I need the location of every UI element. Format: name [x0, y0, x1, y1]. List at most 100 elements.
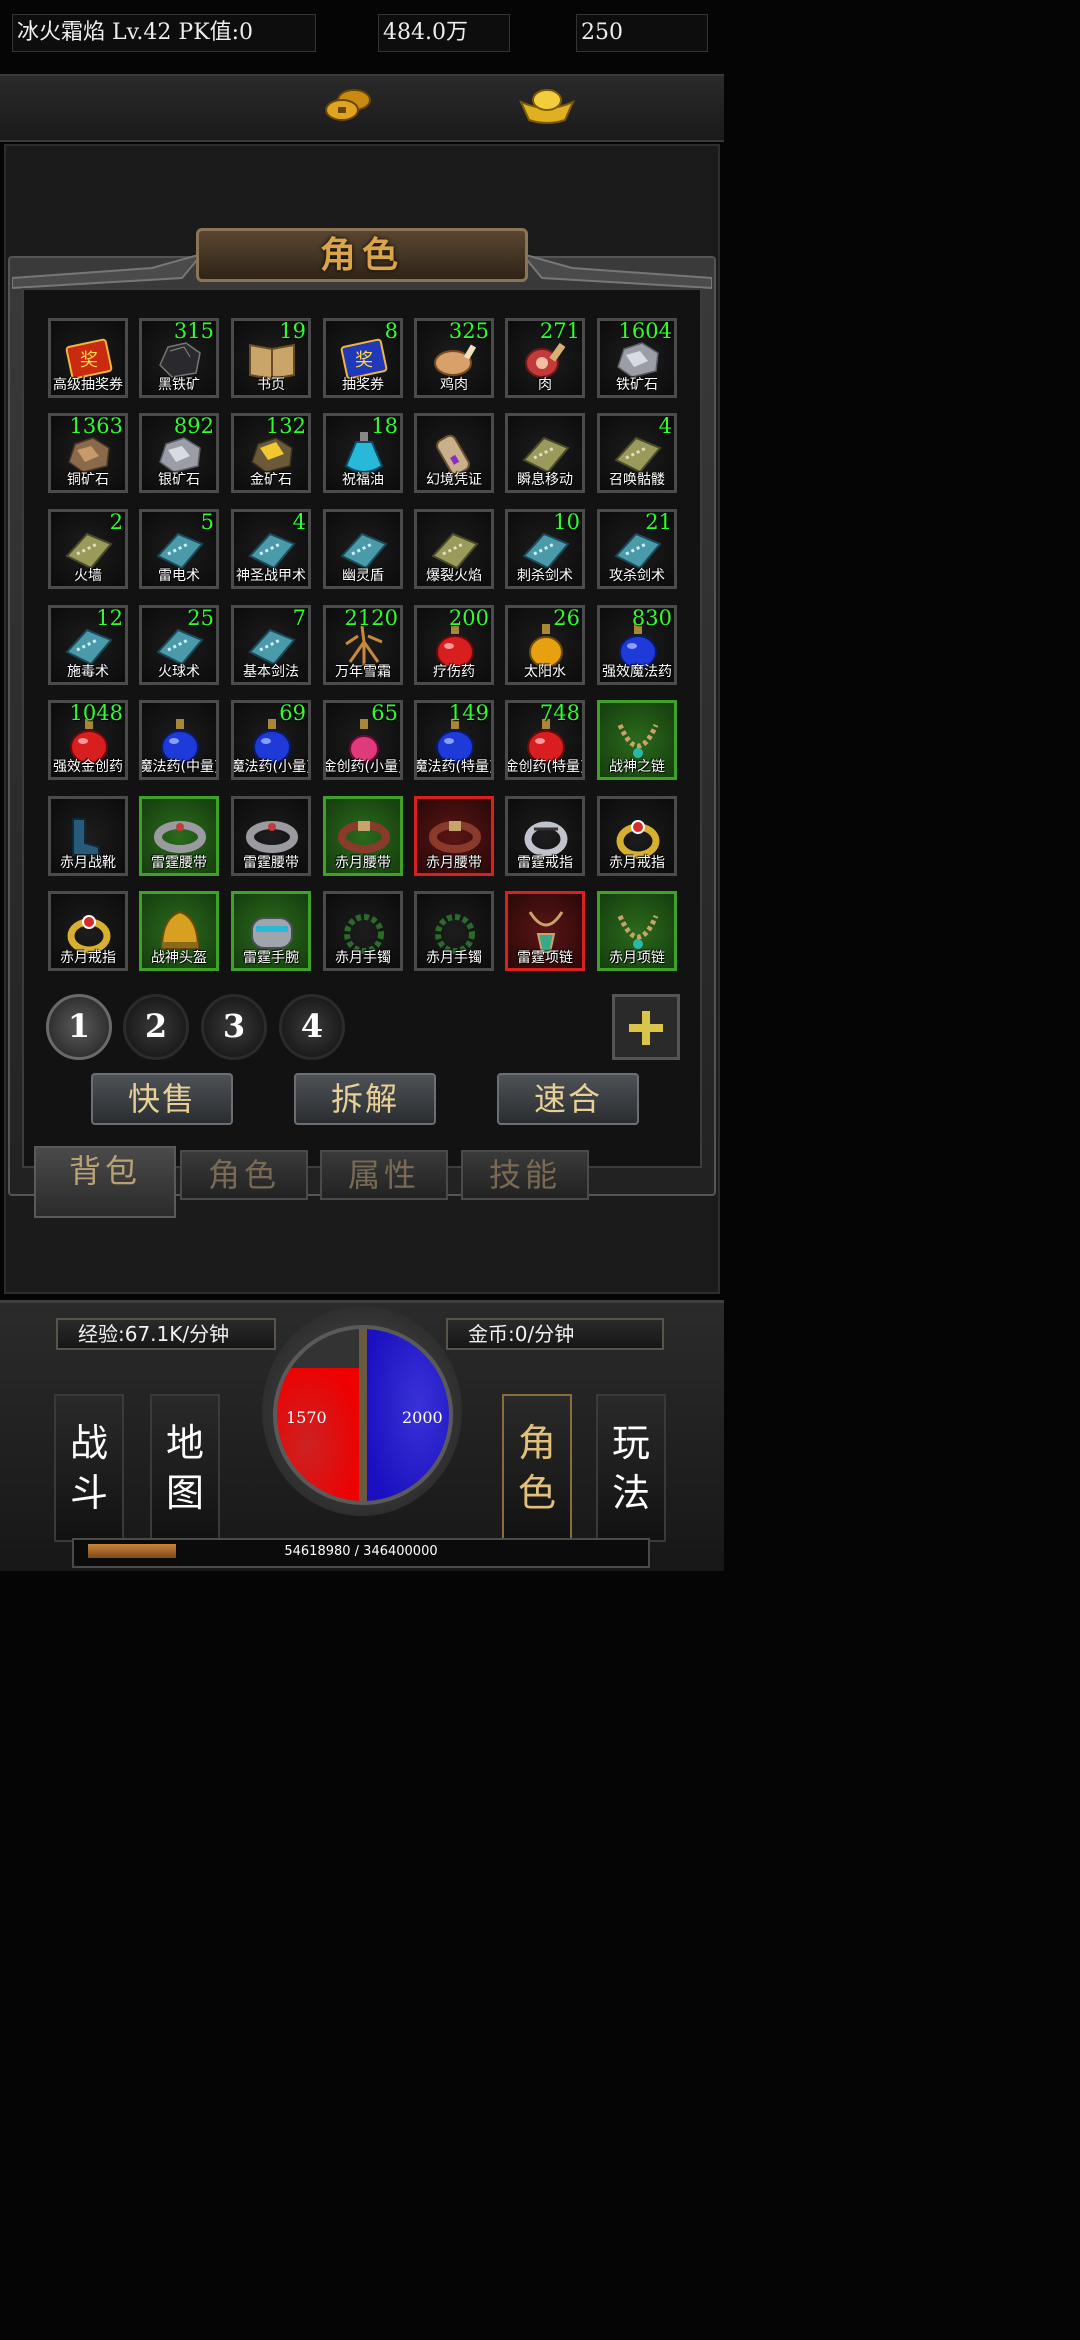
inventory-slot[interactable]: 315 黑铁矿: [139, 318, 219, 398]
inventory-slot[interactable]: 830 强效魔法药: [597, 605, 677, 685]
inventory-slot[interactable]: 7 基本剑法: [231, 605, 311, 685]
inventory-slot[interactable]: 25 火球术: [139, 605, 219, 685]
gameplay-button[interactable]: 玩 法: [596, 1394, 666, 1542]
inventory-slot[interactable]: 149 魔法药(特量): [414, 700, 494, 780]
tab-bag[interactable]: 背包: [34, 1146, 176, 1218]
inventory-slot[interactable]: 325 鸡肉: [414, 318, 494, 398]
inventory-slot[interactable]: 1604 铁矿石: [597, 318, 677, 398]
tab-attributes[interactable]: 属性: [320, 1150, 448, 1200]
inventory-slot[interactable]: 雷霆手腕: [231, 891, 311, 971]
inventory-slot[interactable]: 赤月战靴: [48, 796, 128, 876]
inventory-slot[interactable]: 19 书页: [231, 318, 311, 398]
item-count: 1604: [618, 319, 672, 343]
inventory-slot[interactable]: 赤月手镯: [414, 891, 494, 971]
item-name: 书页: [257, 377, 285, 393]
inventory-slot[interactable]: 魔法药(中量): [139, 700, 219, 780]
inventory-slot[interactable]: 65 金创药(小量): [323, 700, 403, 780]
item-name: 抽奖券: [342, 377, 384, 393]
inventory-slot[interactable]: 26 太阳水: [505, 605, 585, 685]
inventory-slot[interactable]: 奖高级抽奖券: [48, 318, 128, 398]
item-name: 金创药(小量): [323, 759, 403, 775]
inventory-slot[interactable]: 赤月戒指: [597, 796, 677, 876]
item-name: 太阳水: [524, 664, 566, 680]
item-name: 魔法药(中量): [139, 759, 219, 775]
inventory-slot[interactable]: 幽灵盾: [323, 509, 403, 589]
inventory-slot[interactable]: 748 金创药(特量): [505, 700, 585, 780]
item-name: 祝福油: [342, 472, 384, 488]
inventory-slot[interactable]: 21 攻杀剑术: [597, 509, 677, 589]
item-count: 26: [553, 606, 580, 630]
inventory-slot[interactable]: 271 肉: [505, 318, 585, 398]
character-button[interactable]: 角 色: [502, 1394, 572, 1542]
item-count: 149: [448, 701, 489, 725]
page-button-4[interactable]: 4: [279, 994, 345, 1060]
inventory-slot[interactable]: 10 刺杀剑术: [505, 509, 585, 589]
inventory-slot[interactable]: 12 施毒术: [48, 605, 128, 685]
inventory-slot[interactable]: 892 银矿石: [139, 413, 219, 493]
inventory-slot[interactable]: 18 祝福油: [323, 413, 403, 493]
item-name: 赤月戒指: [609, 855, 665, 871]
gold-rate: 金币:0/分钟: [446, 1318, 664, 1350]
mp-value: 2000: [402, 1408, 443, 1427]
quick-sell-button[interactable]: 快售: [91, 1073, 233, 1125]
item-count: 7: [292, 606, 306, 630]
inventory-slot[interactable]: 4 神圣战甲术: [231, 509, 311, 589]
inventory-slot[interactable]: 69 魔法药(小量): [231, 700, 311, 780]
item-name: 赤月手镯: [426, 950, 482, 966]
inventory-slot[interactable]: 爆裂火焰: [414, 509, 494, 589]
inventory-slot[interactable]: 200 疗伤药: [414, 605, 494, 685]
inventory-slot[interactable]: 赤月腰带: [323, 796, 403, 876]
inventory-slot[interactable]: 赤月手镯: [323, 891, 403, 971]
inventory-slot[interactable]: 瞬息移动: [505, 413, 585, 493]
inventory-slot[interactable]: 幻境凭证: [414, 413, 494, 493]
inventory-slot[interactable]: 雷霆项链: [505, 891, 585, 971]
right-wing-ornament: [522, 252, 712, 290]
inventory-slot[interactable]: 1363 铜矿石: [48, 413, 128, 493]
ingot-amount: 250: [576, 14, 708, 52]
inventory-slot[interactable]: 雷霆腰带: [231, 796, 311, 876]
item-name: 魔法药(小量): [231, 759, 311, 775]
inventory-slot[interactable]: 2 火墙: [48, 509, 128, 589]
inventory-slot[interactable]: 5 雷电术: [139, 509, 219, 589]
item-count: 2: [109, 510, 123, 534]
item-name: 刺杀剑术: [517, 568, 573, 584]
item-name: 赤月手镯: [335, 950, 391, 966]
inventory-slot[interactable]: 雷霆腰带: [139, 796, 219, 876]
inventory-slot[interactable]: 战神头盔: [139, 891, 219, 971]
item-name: 战神之链: [609, 759, 665, 775]
item-name: 魔法药(特量): [414, 759, 494, 775]
inventory-slot[interactable]: 赤月项链: [597, 891, 677, 971]
page-button-3[interactable]: 3: [201, 994, 267, 1060]
inventory-slot[interactable]: 赤月戒指: [48, 891, 128, 971]
item-name: 战神头盔: [151, 950, 207, 966]
page-button-1[interactable]: 1: [46, 994, 112, 1060]
quick-merge-button[interactable]: 速合: [497, 1073, 639, 1125]
inventory-slot[interactable]: 2120 万年雪霜: [323, 605, 403, 685]
item-count: 25: [187, 606, 214, 630]
inventory-slot[interactable]: 4 召唤骷髅: [597, 413, 677, 493]
page-button-2[interactable]: 2: [123, 994, 189, 1060]
item-count: 2120: [344, 606, 398, 630]
tab-character[interactable]: 角色: [180, 1150, 308, 1200]
item-name: 赤月腰带: [426, 855, 482, 871]
item-name: 肉: [538, 377, 552, 393]
inventory-slot[interactable]: 赤月腰带: [414, 796, 494, 876]
tab-skills[interactable]: 技能: [461, 1150, 589, 1200]
inventory-slot[interactable]: 奖 8 抽奖券: [323, 318, 403, 398]
item-name: 高级抽奖券: [53, 377, 123, 393]
item-name: 铁矿石: [616, 377, 658, 393]
inventory-slot[interactable]: 战神之链: [597, 700, 677, 780]
item-name: 幽灵盾: [342, 568, 384, 584]
item-name: 幻境凭证: [426, 472, 482, 488]
item-name: 基本剑法: [243, 664, 299, 680]
item-count: 5: [200, 510, 214, 534]
disassemble-button[interactable]: 拆解: [294, 1073, 436, 1125]
map-button[interactable]: 地 图: [150, 1394, 220, 1542]
battle-button[interactable]: 战 斗: [54, 1394, 124, 1542]
inventory-slot[interactable]: 1048 强效金创药: [48, 700, 128, 780]
inventory-slot[interactable]: 132 金矿石: [231, 413, 311, 493]
add-page-button[interactable]: [612, 994, 680, 1060]
item-name: 赤月腰带: [335, 855, 391, 871]
inventory-slot[interactable]: 雷霆戒指: [505, 796, 585, 876]
item-count: 10: [553, 510, 580, 534]
